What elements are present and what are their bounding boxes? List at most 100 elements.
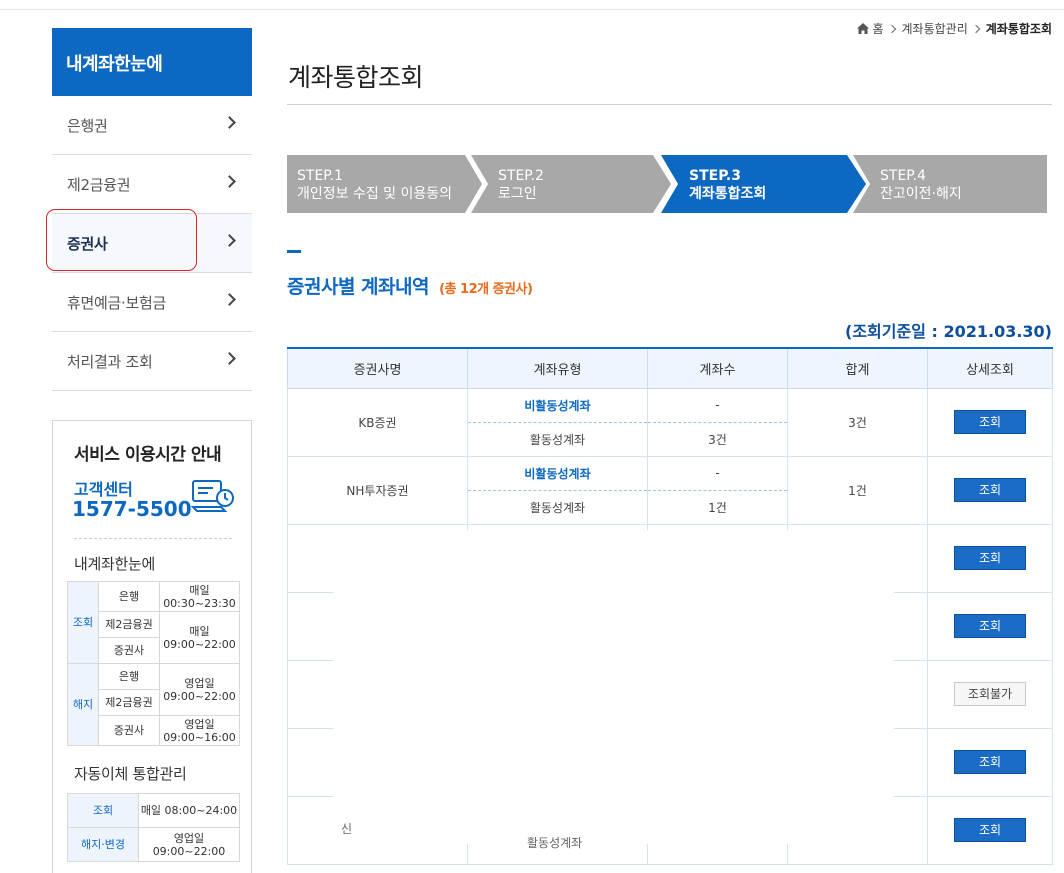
step-progress: STEP.1 개인정보 수집 및 이용동의 STEP.2 로그인 STEP.3 … — [287, 155, 1047, 213]
sidebar-item-dormant[interactable]: 휴면예금·보험금 — [52, 273, 252, 332]
partial-account-type: 활동성계좌 — [527, 836, 583, 850]
step-label: 계좌통합조회 — [689, 186, 767, 202]
section-title: 증권사별 계좌내역 (총 12개 증권사) — [287, 272, 533, 299]
column-header: 증권사명 — [287, 347, 468, 389]
breadcrumb-level1[interactable]: 계좌통합관리 — [902, 20, 968, 37]
broker-name: NH투자증권 — [287, 455, 468, 525]
chevron-right-icon — [223, 116, 236, 129]
detail-cell: 조회 — [927, 523, 1053, 593]
service-name: 제2금융권 — [98, 689, 160, 716]
highlight-ring — [46, 209, 197, 271]
sidebar-header: 내계좌한눈에 — [52, 28, 252, 96]
section-count: (총 12개 증권사) — [439, 282, 533, 297]
step-2: STEP.2 로그인 — [498, 155, 544, 213]
detail-cell: 조회 — [927, 795, 1053, 865]
category-cell: 조회 — [67, 581, 99, 664]
lookup-button[interactable]: 조회 — [954, 478, 1026, 502]
sidebar-item-bank[interactable]: 은행권 — [52, 96, 252, 155]
step-number: STEP.3 — [689, 168, 741, 184]
sidebar-item-label: 은행권 — [67, 117, 108, 135]
detail-cell: 조회 — [927, 387, 1053, 457]
section-accent-bar — [287, 250, 301, 253]
account-type-active: 활동성계좌 — [467, 421, 648, 457]
service-name: 은행 — [98, 581, 160, 612]
service-section-title: 자동이체 통합관리 — [74, 765, 187, 783]
table-row: KB증권 비활동성계좌 - 3건 조회 — [287, 387, 1053, 457]
home-icon[interactable] — [857, 23, 870, 34]
total-count: 1건 — [787, 455, 928, 525]
category-cell: 해지·변경 — [67, 827, 139, 862]
inactive-link[interactable]: 비활동성계좌 — [524, 399, 590, 413]
lookup-button[interactable]: 조회 — [954, 750, 1026, 774]
account-count: - — [647, 387, 788, 423]
service-hours-table: 조회 은행 매일 00:30~23:30 제2금융권 매일 09:00~22:0… — [67, 581, 240, 746]
step-number: STEP.1 — [297, 168, 343, 184]
chevron-right-icon — [971, 24, 980, 33]
step-number: STEP.4 — [880, 168, 926, 184]
service-divider — [74, 538, 232, 539]
service-time: 영업일 09:00~16:00 — [159, 715, 240, 746]
category-cell: 조회 — [67, 793, 139, 828]
breadcrumb: 홈 계좌통합관리 계좌통합조회 — [857, 20, 1052, 37]
lookup-button[interactable]: 조회 — [954, 546, 1026, 570]
step-1: STEP.1 개인정보 수집 및 이용동의 — [297, 155, 452, 213]
detail-cell: 조회불가 — [927, 659, 1053, 729]
sidebar-item-label: 휴면예금·보험금 — [67, 294, 166, 312]
clock-card-icon — [191, 480, 234, 512]
lookup-unavailable-button: 조회불가 — [954, 682, 1026, 706]
account-type-inactive[interactable]: 비활동성계좌 — [467, 455, 648, 491]
service-section-title: 내계좌한눈에 — [74, 555, 156, 573]
chevron-right-icon — [223, 175, 236, 188]
total-count: 3건 — [787, 387, 928, 457]
service-hours-title: 서비스 이용시간 안내 — [74, 445, 222, 465]
partial-broker-name: 신 — [341, 822, 353, 836]
sidebar-item-results[interactable]: 처리결과 조회 — [52, 332, 252, 391]
service-time: 매일 08:00~24:00 — [138, 793, 240, 828]
column-header: 계좌유형 — [467, 347, 648, 389]
step-label: 개인정보 수집 및 이용동의 — [297, 186, 453, 202]
auto-transfer-table: 조회 매일 08:00~24:00 해지·변경 영업일 09:00~22:00 — [67, 793, 240, 862]
column-header: 합계 — [787, 347, 928, 389]
lookup-button[interactable]: 조회 — [954, 614, 1026, 638]
service-name: 제2금융권 — [98, 611, 160, 638]
column-header: 계좌수 — [647, 347, 788, 389]
detail-cell: 조회 — [927, 591, 1053, 661]
title-divider — [287, 104, 1052, 105]
step-3: STEP.3 계좌통합조회 — [689, 155, 766, 213]
lookup-button[interactable]: 조회 — [954, 410, 1026, 434]
account-count: 1건 — [647, 489, 788, 525]
sidebar-item-label: 처리결과 조회 — [67, 353, 153, 371]
service-time: 영업일 09:00~22:00 — [138, 827, 240, 862]
service-time: 영업일 09:00~22:00 — [159, 663, 240, 716]
account-count: 3건 — [647, 421, 788, 457]
chevron-right-icon — [223, 352, 236, 365]
step-label: 잔고이전·해지 — [880, 186, 962, 202]
category-cell: 해지 — [67, 663, 99, 746]
basis-date: (조회기준일 : 2021.03.30) — [845, 322, 1052, 341]
lookup-button[interactable]: 조회 — [954, 818, 1026, 842]
chevron-right-icon — [223, 293, 236, 306]
service-hours-box: 서비스 이용시간 안내 고객센터 1577-5500 내계좌한눈에 조회 은행 … — [52, 420, 252, 873]
chevron-right-icon — [887, 24, 896, 33]
page-title: 계좌통합조회 — [288, 63, 424, 92]
account-type-active: 활동성계좌 — [467, 489, 648, 525]
redaction-overlay — [333, 530, 894, 844]
sidebar-item-label: 제2금융권 — [67, 176, 131, 194]
breadcrumb-home[interactable]: 홈 — [872, 20, 883, 37]
account-count: - — [647, 455, 788, 491]
column-header: 상세조회 — [927, 347, 1053, 389]
section-title-text: 증권사별 계좌내역 — [287, 276, 429, 298]
customer-center-phone: 1577-5500 — [72, 497, 192, 521]
step-number: STEP.2 — [498, 168, 544, 184]
service-name: 증권사 — [98, 715, 160, 746]
inactive-link[interactable]: 비활동성계좌 — [524, 467, 590, 481]
account-type-inactive[interactable]: 비활동성계좌 — [467, 387, 648, 423]
sidebar-item-secondary-finance[interactable]: 제2금융권 — [52, 155, 252, 214]
top-divider — [0, 9, 1064, 10]
detail-cell: 조회 — [927, 455, 1053, 525]
service-time: 매일 09:00~22:00 — [159, 611, 240, 664]
service-time: 매일 00:30~23:30 — [159, 581, 240, 612]
step-label: 로그인 — [498, 186, 537, 202]
detail-cell: 조회 — [927, 727, 1053, 797]
service-name: 은행 — [98, 663, 160, 690]
